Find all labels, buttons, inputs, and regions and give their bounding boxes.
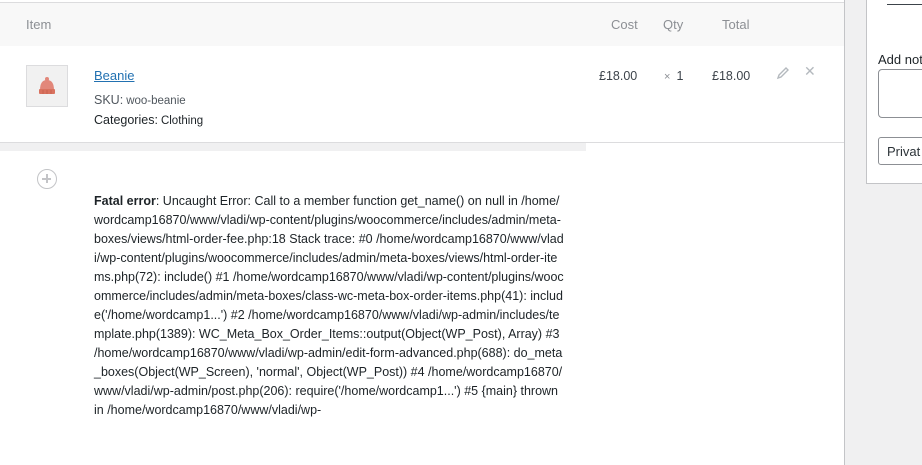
beanie-thumbnail-icon	[39, 77, 55, 94]
row-divider	[0, 143, 586, 151]
order-items-header: Item Cost Qty Total	[0, 2, 844, 46]
column-header-item: Item	[26, 17, 52, 32]
fatal-error-text: : Uncaught Error: Call to a member funct…	[94, 194, 564, 417]
divider	[887, 4, 922, 5]
categories-value: Clothing	[160, 115, 204, 127]
sku-value: woo-beanie	[126, 95, 186, 107]
order-items-panel: Item Cost Qty Total Beanie SKU: woo-beani…	[0, 0, 845, 465]
edit-item-button[interactable]	[776, 66, 790, 80]
order-notes-box: Add not Privat	[866, 0, 922, 184]
add-note-label: Add not	[878, 52, 922, 67]
product-thumbnail	[26, 65, 68, 107]
add-item-icon[interactable]	[37, 169, 57, 189]
note-type-select[interactable]: Privat	[878, 137, 922, 165]
column-header-qty: Qty	[663, 17, 684, 32]
categories-label: Categories:	[94, 113, 158, 127]
item-cost: £18.00	[599, 69, 638, 83]
fatal-error-message: Fatal error: Uncaught Error: Call to a m…	[94, 192, 564, 420]
fatal-error-label: Fatal error	[94, 194, 156, 208]
order-notes-sidebar: Add not Privat	[866, 0, 922, 465]
close-icon: ✕	[804, 63, 816, 79]
item-total: £18.00	[712, 69, 751, 83]
qty-value: 1	[676, 69, 684, 83]
sku-meta: SKU: woo-beanie	[94, 93, 186, 107]
column-header-cost: Cost	[611, 17, 638, 32]
qty-multiplier: ×	[664, 71, 671, 83]
sku-label: SKU:	[94, 93, 124, 107]
item-qty: × 1	[664, 69, 683, 83]
order-line-item: Beanie SKU: woo-beanie Categories: Clothin…	[0, 46, 844, 143]
pencil-icon	[776, 67, 789, 80]
product-name-link[interactable]: Beanie	[94, 68, 134, 83]
note-textarea[interactable]	[878, 69, 922, 118]
delete-item-button[interactable]: ✕	[804, 64, 818, 78]
categories-meta: Categories: Clothing	[94, 113, 203, 127]
column-header-total: Total	[722, 17, 750, 32]
